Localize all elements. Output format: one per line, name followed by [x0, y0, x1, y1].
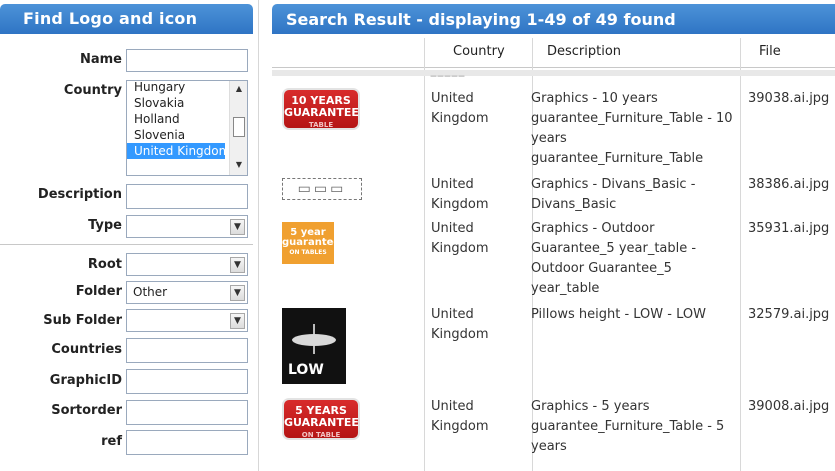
scrolled-text-fragment: ‒‒‒‒‒ — [430, 69, 465, 82]
countries-input[interactable] — [126, 338, 248, 363]
folder-select[interactable]: Other ▼ — [126, 281, 248, 304]
results-panel: Search Result - displaying 1-49 of 49 fo… — [272, 4, 835, 471]
name-input[interactable] — [126, 49, 248, 72]
sortorder-label: Sortorder — [51, 403, 122, 418]
country-option[interactable]: Slovenia — [127, 127, 225, 143]
table-row[interactable]: 5 YEARS GUARANTEE ON TABLE United Kingdo… — [272, 394, 835, 471]
logo-thumbnail[interactable]: LOW — [282, 308, 346, 384]
ref-input[interactable] — [126, 430, 248, 455]
file-cell[interactable]: 35931.ai.jpg — [748, 219, 835, 239]
root-label: Root — [87, 257, 122, 272]
description-label: Description — [37, 187, 122, 202]
file-cell[interactable]: 39038.ai.jpg — [748, 89, 835, 109]
column-header-country[interactable]: Country — [453, 44, 505, 59]
country-option[interactable]: Holland — [127, 111, 225, 127]
results-title: Search Result - displaying 1-49 of 49 fo… — [272, 4, 835, 34]
guarantee-badge-icon: 5 YEARS GUARANTEE ON TABLE — [282, 398, 360, 440]
subfolder-select[interactable]: ▼ — [126, 309, 248, 332]
country-option[interactable]: Hungary — [127, 81, 225, 95]
ref-label: ref — [101, 434, 122, 449]
scroll-down-icon[interactable]: ▼ — [233, 160, 245, 172]
form-divider — [0, 244, 253, 245]
guarantee-badge-icon: 5 year guarantee ON TABLES — [282, 222, 340, 264]
scroll-thumb[interactable] — [233, 117, 245, 137]
name-label: Name — [79, 52, 122, 67]
file-cell[interactable]: 39008.ai.jpg — [748, 397, 835, 417]
description-cell: Graphics - Outdoor Guarantee_5 year_tabl… — [531, 221, 697, 296]
search-panel: Find Logo and icon Name Country Hungary … — [0, 0, 253, 471]
chevron-down-icon[interactable]: ▼ — [230, 285, 245, 301]
chevron-down-icon[interactable]: ▼ — [230, 313, 245, 329]
type-select[interactable]: ▼ — [126, 215, 248, 238]
type-label: Type — [88, 218, 122, 233]
description-cell: Graphics - Divans_Basic - Divans_Basic — [531, 177, 696, 212]
logo-thumbnail[interactable]: 10 YEARS GUARANTEE TABLE — [282, 88, 360, 130]
description-cell: Pillows height - LOW - LOW — [531, 307, 706, 322]
root-select[interactable]: ▼ — [126, 253, 248, 276]
guarantee-badge-icon: 10 YEARS GUARANTEE TABLE — [282, 88, 360, 130]
description-cell: Graphics - 10 years guarantee_Furniture_… — [531, 91, 733, 166]
country-listbox[interactable]: Hungary Slovakia Holland Slovenia United… — [126, 80, 248, 176]
folder-label: Folder — [75, 284, 122, 299]
logo-thumbnail[interactable]: ▭▭▭ — [282, 178, 362, 200]
country-option-selected[interactable]: United Kingdom — [127, 143, 225, 159]
country-cell: United Kingdom — [431, 177, 489, 212]
table-scroll-track[interactable] — [272, 70, 835, 76]
file-cell[interactable]: 38386.ai.jpg — [748, 175, 835, 195]
search-panel-title: Find Logo and icon — [0, 4, 253, 34]
country-cell: United Kingdom — [431, 307, 489, 342]
column-header-file[interactable]: File — [759, 44, 781, 59]
countries-label: Countries — [51, 342, 122, 357]
scroll-up-icon[interactable]: ▲ — [233, 84, 245, 96]
sortorder-input[interactable] — [126, 400, 248, 425]
description-input[interactable] — [126, 184, 248, 209]
graphicid-input[interactable] — [126, 369, 248, 394]
search-form: Name Country Hungary Slovakia Holland Sl… — [0, 34, 253, 471]
table-row[interactable]: 10 YEARS GUARANTEE TABLE United Kingdom … — [272, 86, 835, 172]
file-cell[interactable]: 32579.ai.jpg — [748, 305, 835, 325]
subfolder-label: Sub Folder — [43, 313, 122, 328]
folder-select-value: Other — [133, 285, 168, 299]
logo-thumbnail[interactable]: 5 year guarantee ON TABLES — [282, 222, 340, 264]
chevron-down-icon[interactable]: ▼ — [230, 219, 245, 235]
country-cell: United Kingdom — [431, 399, 489, 434]
country-scrollbar[interactable]: ▲ ▼ — [229, 81, 247, 175]
panel-divider — [258, 0, 259, 471]
table-row[interactable]: ▭▭▭ United Kingdom Graphics - Divans_Bas… — [272, 172, 835, 216]
chevron-down-icon[interactable]: ▼ — [230, 257, 245, 273]
country-option[interactable]: Slovakia — [127, 95, 225, 111]
column-header-description[interactable]: Description — [547, 44, 621, 59]
results-table-header: Country Description File — [272, 38, 835, 68]
description-cell: Graphics - 5 years guarantee_Furniture_T… — [531, 399, 725, 454]
country-label: Country — [63, 83, 122, 98]
pillow-low-icon: LOW — [282, 308, 346, 384]
graphicid-label: GraphicID — [49, 373, 122, 388]
table-row[interactable]: LOW United Kingdom Pillows height - LOW … — [272, 302, 835, 394]
divans-outline-icon: ▭▭▭ — [282, 178, 362, 200]
country-cell: United Kingdom — [431, 91, 489, 126]
table-row[interactable]: 5 year guarantee ON TABLES United Kingdo… — [272, 216, 835, 302]
logo-thumbnail[interactable]: 5 YEARS GUARANTEE ON TABLE — [282, 398, 360, 440]
country-cell: United Kingdom — [431, 221, 489, 256]
